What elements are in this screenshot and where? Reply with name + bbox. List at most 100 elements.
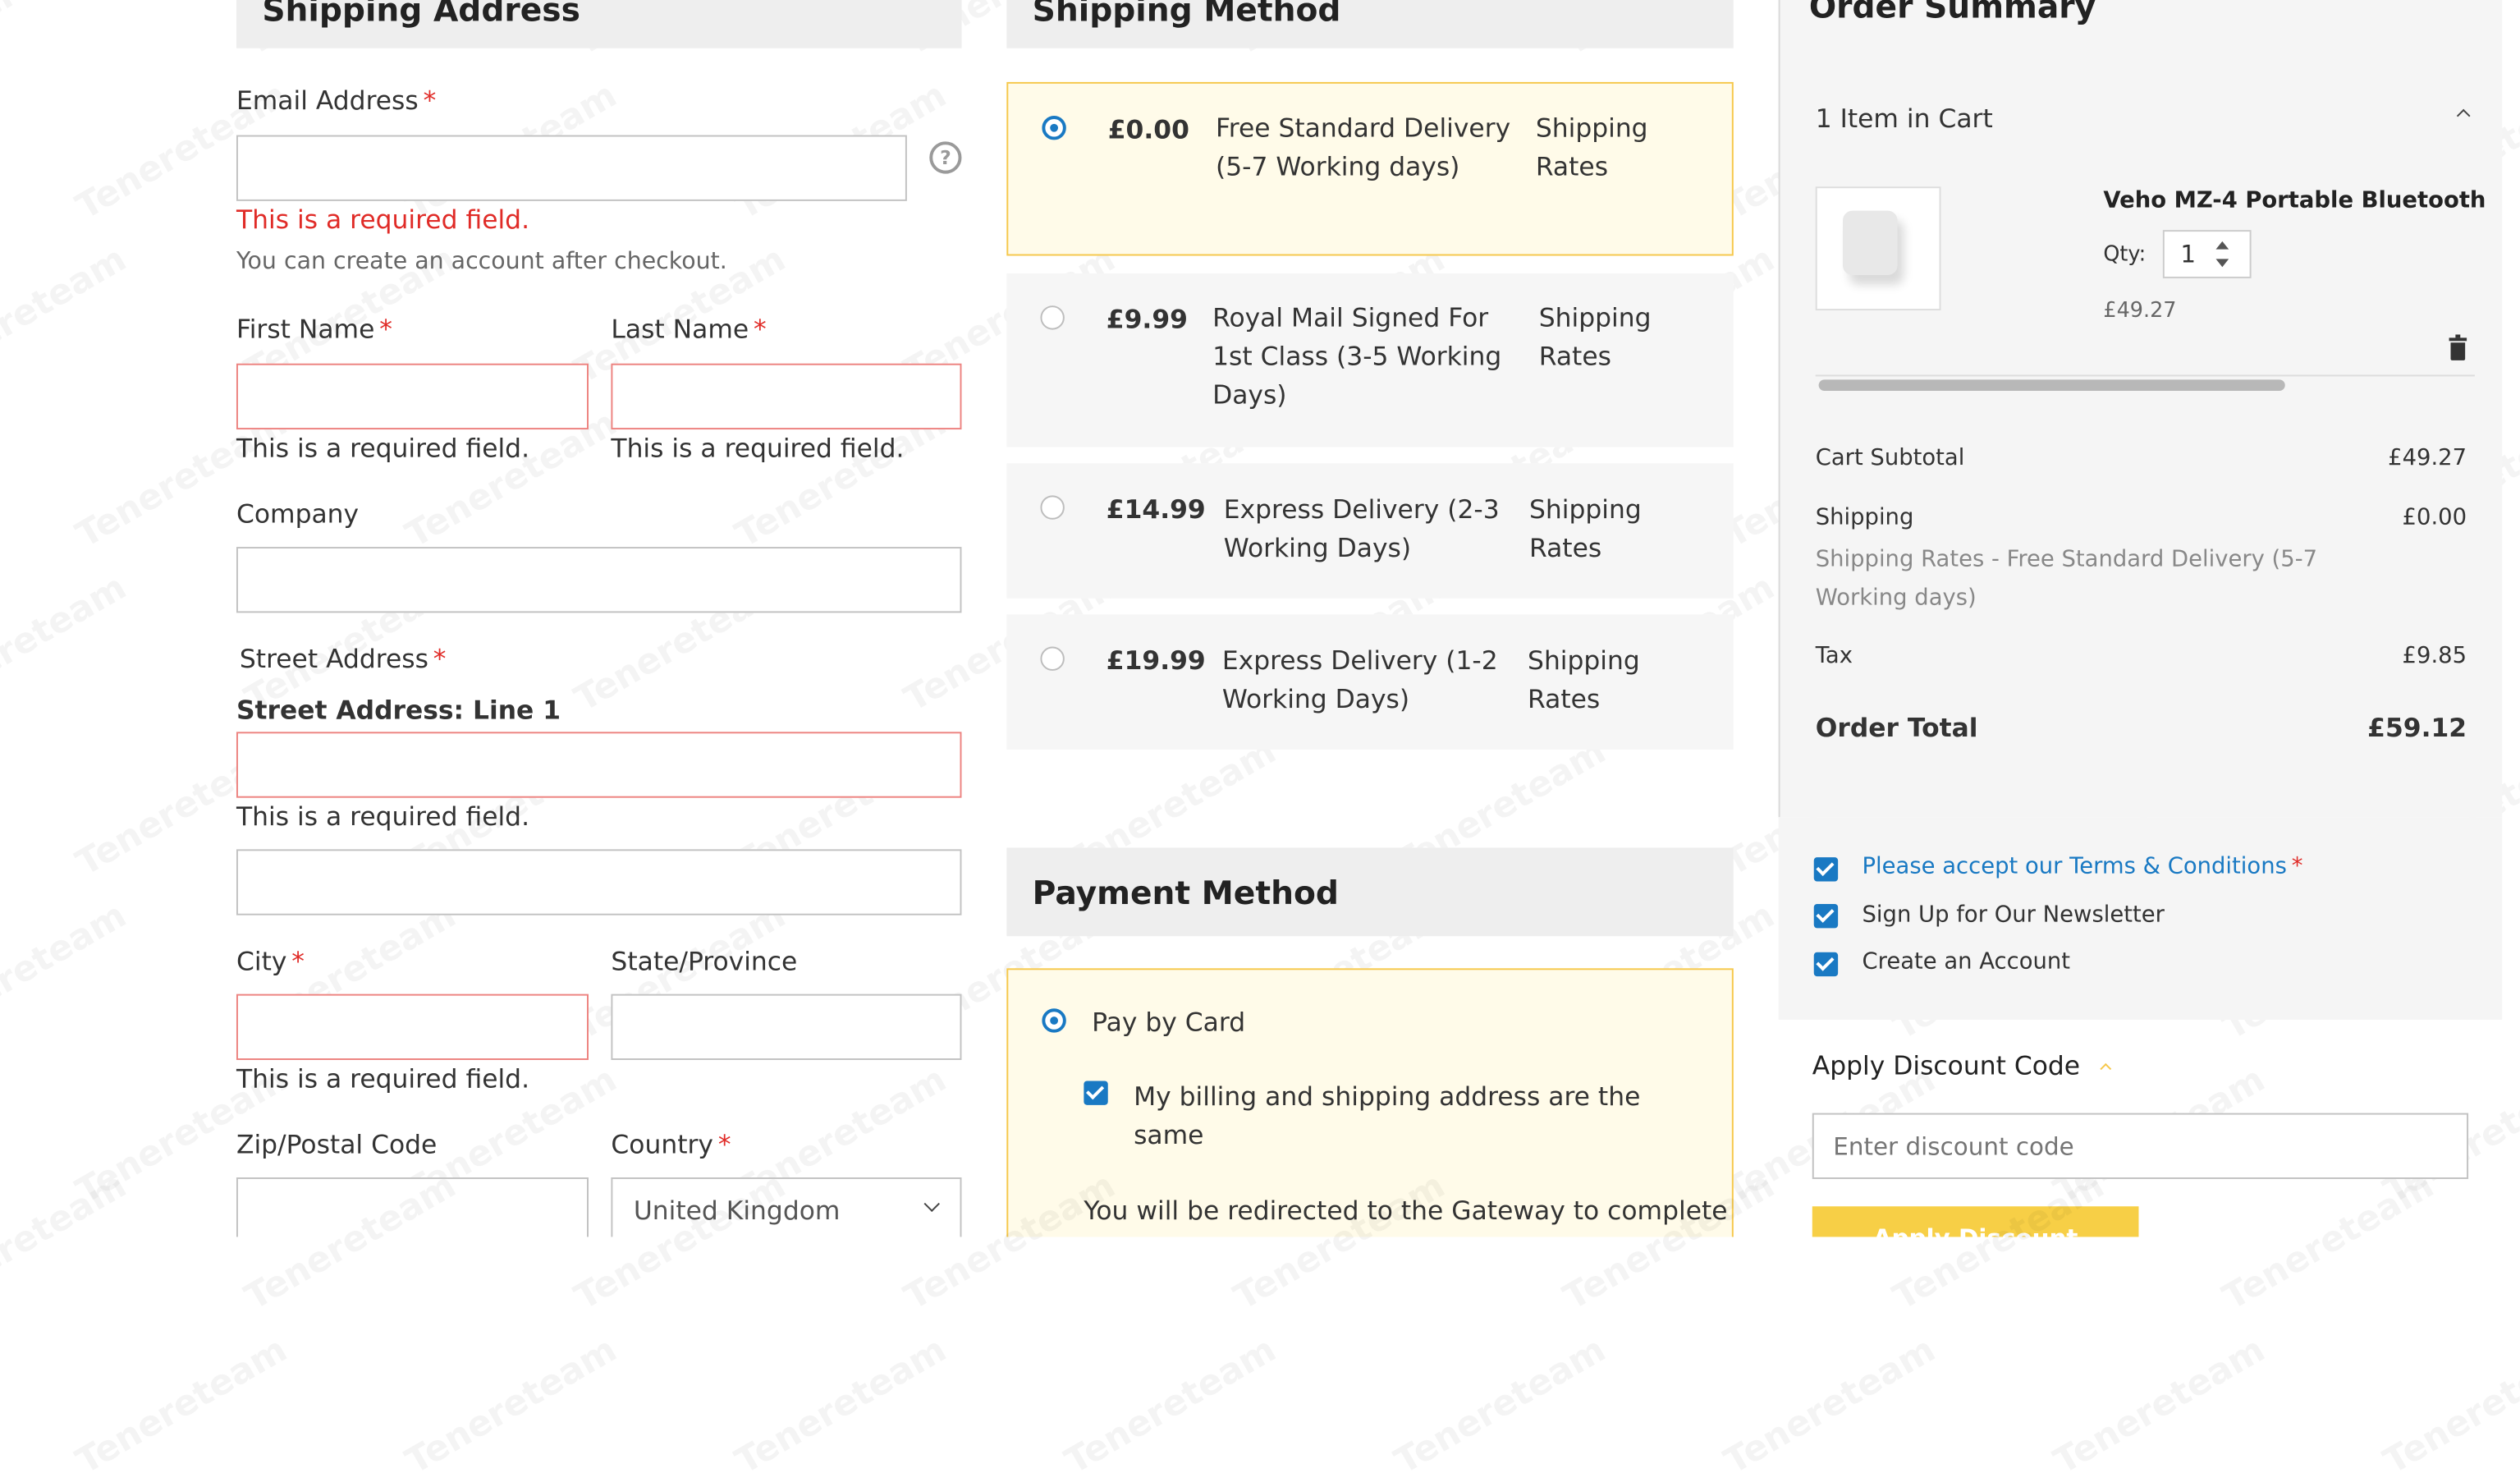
discount-toggle[interactable]: Apply Discount Code xyxy=(1812,1050,2295,1089)
payment-option-label: Pay by Card xyxy=(1092,1007,1246,1038)
viewport-cutoff xyxy=(0,1237,2520,1473)
chevron-down-icon xyxy=(923,1195,940,1213)
required-mark: * xyxy=(2291,854,2303,880)
shipping-option-free-standard[interactable]: £0.00 Free Standard Delivery (5-7 Workin… xyxy=(1006,81,1734,256)
shipping-method-header: Shipping Method xyxy=(1006,0,1734,48)
create-account-label: Create an Account xyxy=(1862,948,2071,975)
create-account-checkbox[interactable] xyxy=(1813,952,1839,977)
order-total-label: Order Total xyxy=(1815,712,1978,744)
first-name-label: First Name * xyxy=(236,314,392,344)
newsletter-checkbox[interactable] xyxy=(1813,903,1839,929)
qty-down-icon[interactable] xyxy=(2215,259,2229,268)
state-field[interactable] xyxy=(611,993,962,1060)
product-thumbnail[interactable] xyxy=(1815,186,1941,311)
street-line2-field[interactable] xyxy=(236,849,962,915)
shipping-option-carrier: Shipping Rates xyxy=(1538,302,1652,372)
email-error: This is a required field. xyxy=(236,204,530,236)
first-name-field[interactable] xyxy=(236,363,589,430)
checkout-page: Tenereteam Tenereteam Tenereteam Tenereteam… xyxy=(0,0,2520,1473)
tax-label: Tax xyxy=(1815,643,1853,669)
apply-discount-label: Apply Discount xyxy=(1873,1224,2078,1237)
shipping-option-price: £9.99 xyxy=(1106,304,1188,335)
shipping-option-radio[interactable] xyxy=(1040,305,1065,330)
city-label-text: City xyxy=(236,945,287,977)
country-label-text: Country xyxy=(611,1129,713,1160)
help-icon-glyph: ? xyxy=(940,146,951,169)
street-line1-field[interactable] xyxy=(236,732,962,798)
discount-heading: Apply Discount Code xyxy=(1812,1050,2081,1081)
shipping-option-radio[interactable] xyxy=(1040,646,1065,671)
state-label: State/Province xyxy=(611,945,798,977)
shipping-option-name: Free Standard Delivery (5-7 Working days… xyxy=(1216,112,1511,182)
country-label: Country * xyxy=(611,1129,731,1159)
street-error: This is a required field. xyxy=(236,801,530,832)
terms-link[interactable]: Please accept our Terms & Conditions * xyxy=(1863,854,2303,879)
required-mark: * xyxy=(291,945,305,977)
discount-code-input[interactable] xyxy=(1812,1113,2469,1179)
required-mark: * xyxy=(423,85,437,117)
terms-label[interactable]: Please accept our Terms & Conditions xyxy=(1863,854,2287,879)
qty-up-icon[interactable] xyxy=(2215,241,2229,250)
country-select[interactable]: United Kingdom xyxy=(611,1177,962,1237)
email-field[interactable] xyxy=(236,135,907,201)
cart-items-scrollbar-thumb[interactable] xyxy=(1818,379,2285,392)
city-field[interactable] xyxy=(236,993,589,1060)
product-name[interactable]: Veho MZ-4 Portable Bluetooth xyxy=(2103,188,2486,213)
shipping-option-radio[interactable] xyxy=(1042,116,1066,140)
items-in-cart-toggle[interactable]: 1 Item in Cart xyxy=(1816,103,2475,141)
street-label-text: Street Address xyxy=(239,643,428,674)
email-label-text: Email Address xyxy=(236,85,419,117)
payment-option-radio[interactable] xyxy=(1042,1008,1066,1033)
zip-field[interactable] xyxy=(236,1177,589,1237)
billing-same-checkbox[interactable] xyxy=(1084,1081,1108,1105)
order-total-value: £59.12 xyxy=(2367,712,2467,744)
last-name-field[interactable] xyxy=(611,363,962,430)
agreements-area: Please accept our Terms & Conditions * Si… xyxy=(1778,817,2503,1021)
company-label: Company xyxy=(236,498,360,530)
shipping-option-express-1-2[interactable]: £19.99 Express Delivery (1-2 Working Day… xyxy=(1006,614,1734,750)
newsletter-label: Sign Up for Our Newsletter xyxy=(1862,902,2165,929)
qty-stepper[interactable]: 1 xyxy=(2162,230,2252,278)
zip-label: Zip/Postal Code xyxy=(236,1129,438,1160)
terms-checkbox[interactable] xyxy=(1813,857,1839,882)
first-name-error: This is a required field. xyxy=(236,432,530,464)
speaker-image xyxy=(1843,210,1898,275)
last-name-error: This is a required field. xyxy=(611,432,905,464)
company-field[interactable] xyxy=(236,547,962,613)
apply-discount-button[interactable]: Apply Discount xyxy=(1812,1206,2139,1237)
trash-icon[interactable] xyxy=(2449,334,2467,360)
gateway-redirect-text: You will be redirected to the Gateway to… xyxy=(1084,1195,1728,1226)
required-mark: * xyxy=(717,1129,731,1160)
shipping-option-carrier: Shipping Rates xyxy=(1535,112,1648,182)
tax-value: £9.85 xyxy=(2402,643,2467,669)
shipping-option-radio[interactable] xyxy=(1040,495,1065,520)
shipping-value: £0.00 xyxy=(2402,505,2467,531)
chevron-up-icon[interactable] xyxy=(2456,108,2471,123)
watermark-text: Tenereteam xyxy=(0,240,134,392)
shipping-address-title: Shipping Address xyxy=(262,0,580,30)
shipping-option-carrier: Shipping Rates xyxy=(1529,493,1642,563)
street-line1-label: Street Address: Line 1 xyxy=(236,695,561,726)
shipping-option-express-2-3[interactable]: £14.99 Express Delivery (2-3 Working Day… xyxy=(1006,463,1734,599)
last-name-label: Last Name * xyxy=(611,314,766,344)
order-summary-title: Order Summary xyxy=(1808,0,2096,26)
billing-same-label: My billing and shipping address are the … xyxy=(1134,1081,1641,1150)
required-mark: * xyxy=(379,314,392,345)
items-in-cart-label: 1 Item in Cart xyxy=(1815,103,1993,134)
required-mark: * xyxy=(754,314,767,345)
qty-value: 1 xyxy=(2180,239,2197,269)
watermark-text: Tenereteam xyxy=(0,896,134,1049)
city-label: City * xyxy=(236,946,305,976)
email-label: Email Address * xyxy=(236,85,436,116)
country-select-value: United Kingdom xyxy=(633,1195,841,1226)
payment-option-card[interactable]: Pay by Card My billing and shipping addr… xyxy=(1006,968,1734,1258)
email-note: You can create an account after checkout… xyxy=(236,249,727,275)
shipping-option-name: Express Delivery (2-3 Working Days) xyxy=(1223,493,1500,563)
first-name-label-text: First Name xyxy=(236,314,375,345)
cart-subtotal-value: £49.27 xyxy=(2388,445,2467,471)
watermark-text: Tenereteam xyxy=(0,568,134,721)
shipping-option-royal-mail[interactable]: £9.99 Royal Mail Signed For 1st Class (3… xyxy=(1006,273,1734,447)
help-icon[interactable]: ? xyxy=(929,141,962,174)
cart-items-scrollbar-track[interactable] xyxy=(1815,374,2475,392)
last-name-label-text: Last Name xyxy=(611,314,749,345)
